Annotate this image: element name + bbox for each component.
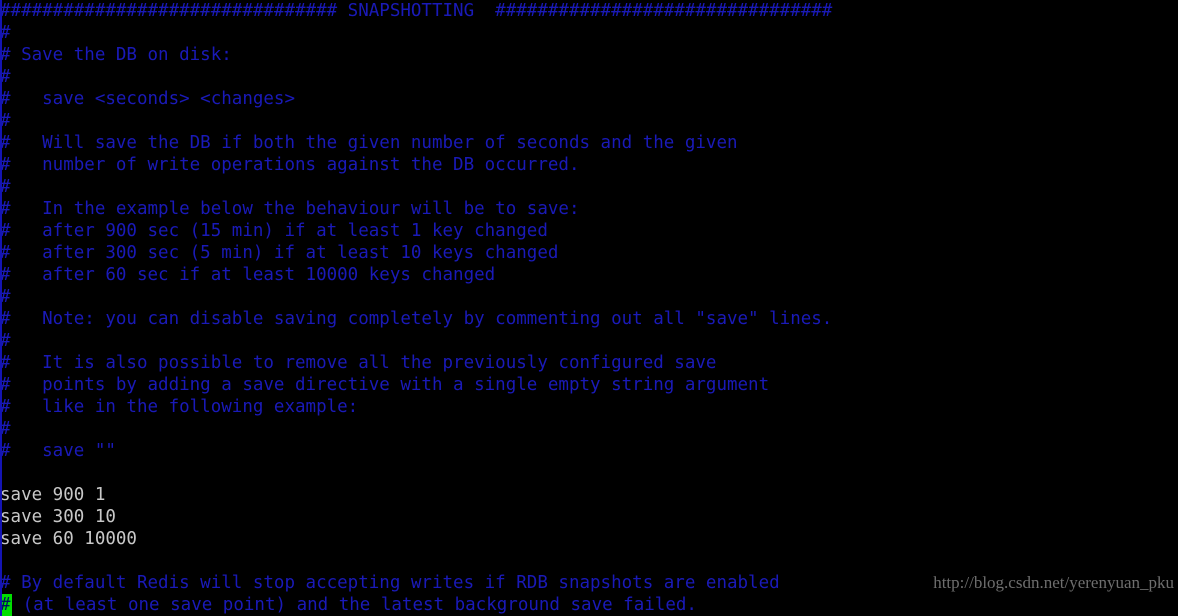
editor-line: # — [0, 110, 1178, 132]
editor-line-text: # after 60 sec if at least 10000 keys ch… — [0, 265, 496, 285]
editor-line: # after 60 sec if at least 10000 keys ch… — [0, 264, 1178, 286]
editor-line: # (at least one save point) and the late… — [0, 594, 1178, 616]
editor-line: # points by adding a save directive with… — [0, 374, 1178, 396]
editor-line-text: # In the example below the behaviour wil… — [0, 199, 580, 219]
editor-line: # Note: you can disable saving completel… — [0, 308, 1178, 330]
editor-line: # number of write operations against the… — [0, 154, 1178, 176]
editor-line: # Will save the DB if both the given num… — [0, 132, 1178, 154]
editor-line-text: save 300 10 — [0, 507, 116, 527]
editor-line-text: # points by adding a save directive with… — [0, 375, 770, 395]
editor-line: # Save the DB on disk: — [0, 44, 1178, 66]
editor-line-text: # after 300 sec (5 min) if at least 10 k… — [0, 243, 559, 263]
editor-line — [0, 550, 1178, 572]
editor-line: # — [0, 330, 1178, 352]
editor-line-text: # save "" — [0, 441, 116, 461]
editor-line: # — [0, 66, 1178, 88]
editor-line-text: # number of write operations against the… — [0, 155, 580, 175]
editor-line: # — [0, 418, 1178, 440]
editor-line: # like in the following example: — [0, 396, 1178, 418]
editor-line: # — [0, 22, 1178, 44]
terminal-left-edge-strip — [0, 0, 2, 616]
editor-line-text: # like in the following example: — [0, 397, 359, 417]
editor-line: # save "" — [0, 440, 1178, 462]
editor-line: # — [0, 176, 1178, 198]
editor-line-text: # Save the DB on disk: — [0, 45, 232, 65]
editor-line: # — [0, 286, 1178, 308]
editor-line: # In the example below the behaviour wil… — [0, 198, 1178, 220]
terminal-window[interactable]: ################################ SNAPSHO… — [0, 0, 1178, 616]
editor-text-area[interactable]: ################################ SNAPSHO… — [0, 0, 1178, 616]
editor-line: ################################ SNAPSHO… — [0, 0, 1178, 22]
editor-line-text: save 60 10000 — [0, 529, 137, 549]
editor-line-text: # Note: you can disable saving completel… — [0, 309, 833, 329]
editor-line: # after 300 sec (5 min) if at least 10 k… — [0, 242, 1178, 264]
editor-line-text: # It is also possible to remove all the … — [0, 353, 717, 373]
editor-line-text: # Will save the DB if both the given num… — [0, 133, 738, 153]
editor-line: save 60 10000 — [0, 528, 1178, 550]
editor-line-text: # By default Redis will stop accepting w… — [0, 573, 780, 593]
editor-line-text: save 900 1 — [0, 485, 106, 505]
editor-line: # It is also possible to remove all the … — [0, 352, 1178, 374]
editor-line-text: (at least one save point) and the latest… — [12, 595, 697, 615]
editor-line: save 900 1 — [0, 484, 1178, 506]
editor-line — [0, 462, 1178, 484]
editor-line: # By default Redis will stop accepting w… — [0, 572, 1178, 594]
editor-line: # save <seconds> <changes> — [0, 88, 1178, 110]
editor-line-text: # after 900 sec (15 min) if at least 1 k… — [0, 221, 548, 241]
editor-line: save 300 10 — [0, 506, 1178, 528]
editor-line: # after 900 sec (15 min) if at least 1 k… — [0, 220, 1178, 242]
editor-line-text: # save <seconds> <changes> — [0, 89, 296, 109]
editor-line-text: ################################ SNAPSHO… — [0, 1, 833, 21]
